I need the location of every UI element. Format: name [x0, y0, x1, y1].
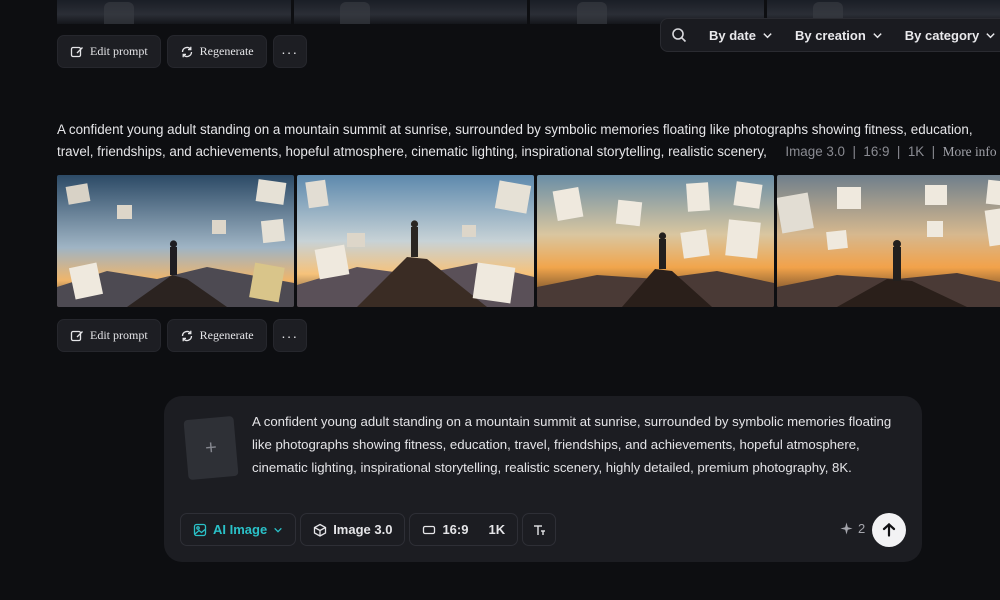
edit-prompt-label: Edit prompt [90, 328, 148, 342]
credit-cost: 2 [840, 521, 865, 536]
arrow-up-icon [882, 523, 896, 537]
ratio-resolution-selector[interactable]: 16:9 1K [409, 513, 519, 546]
more-info-link[interactable]: More info [943, 144, 997, 159]
prompt-input[interactable]: A confident young adult standing on a mo… [252, 410, 912, 479]
generated-image-3[interactable] [537, 175, 774, 307]
generate-button[interactable] [872, 513, 906, 547]
filter-by-category[interactable]: By category [905, 28, 996, 43]
refresh-icon [181, 46, 192, 57]
filter-label: By date [709, 27, 756, 43]
edit-icon [70, 46, 83, 57]
previous-image[interactable] [293, 0, 527, 24]
result-prompt-line-2-text: travel, friendships, and achievements, h… [57, 144, 767, 159]
more-options-button[interactable]: ··· [272, 35, 307, 68]
edit-prompt-label: Edit prompt [90, 44, 148, 58]
chevron-down-icon [873, 32, 882, 38]
generated-images [57, 175, 1000, 307]
resolution-label: 1K [488, 522, 506, 537]
generated-image-4[interactable] [777, 175, 1000, 307]
result-prompt-line-1: A confident young adult standing on a mo… [57, 122, 973, 137]
cube-icon [314, 523, 327, 537]
generated-image-1[interactable] [57, 175, 294, 307]
model-label: Image 3.0 [333, 522, 393, 537]
chevron-down-icon [986, 32, 995, 38]
edit-prompt-button[interactable]: Edit prompt [57, 35, 161, 68]
result-resolution: 1K [907, 144, 925, 159]
regenerate-button[interactable]: Regenerate [166, 319, 267, 352]
generated-image-2[interactable] [297, 175, 534, 307]
refresh-icon [181, 330, 192, 341]
result-ratio: 16:9 [863, 144, 890, 159]
plus-icon: + [204, 436, 218, 459]
prompt-composer: + A confident young adult standing on a … [164, 396, 922, 562]
regenerate-label: Regenerate [199, 328, 254, 342]
sparkle-icon [840, 522, 853, 535]
credit-count: 2 [858, 521, 866, 536]
action-row-current: Edit prompt Regenerate ··· [57, 319, 307, 352]
filter-bar: By date By creation By category [660, 18, 1000, 52]
action-row-previous: Edit prompt Regenerate ··· [57, 35, 307, 68]
filter-label: By creation [794, 27, 866, 43]
search-icon[interactable] [671, 27, 687, 43]
ratio-label: 16:9 [442, 522, 469, 537]
more-icon: ··· [281, 327, 299, 344]
more-icon: ··· [281, 43, 299, 60]
edit-prompt-button[interactable]: Edit prompt [57, 319, 161, 352]
filter-by-date[interactable]: By date [709, 28, 773, 43]
text-style-button[interactable] [522, 513, 557, 546]
mode-label: AI Image [213, 522, 268, 537]
chevron-down-icon [763, 32, 772, 38]
image-icon [193, 523, 207, 536]
filter-by-creation[interactable]: By creation [795, 28, 883, 43]
regenerate-label: Regenerate [199, 44, 254, 58]
more-options-button[interactable]: ··· [272, 319, 307, 352]
previous-image[interactable] [57, 0, 291, 24]
model-selector[interactable]: Image 3.0 [300, 513, 406, 546]
reference-image-upload[interactable]: + [183, 415, 239, 481]
result-prompt-line-2: travel, friendships, and achievements, h… [57, 144, 997, 159]
mode-selector[interactable]: AI Image [180, 513, 297, 546]
chevron-down-icon [274, 527, 282, 533]
text-format-icon [534, 524, 546, 535]
filter-label: By category [904, 27, 980, 43]
aspect-ratio-icon [423, 525, 436, 534]
result-prompt: A confident young adult standing on a mo… [57, 119, 1000, 163]
result-model: Image 3.0 [785, 144, 845, 159]
edit-icon [70, 330, 83, 341]
regenerate-button[interactable]: Regenerate [166, 35, 267, 68]
composer-toolbar: AI Image Image 3.0 16:9 1K [180, 513, 557, 546]
